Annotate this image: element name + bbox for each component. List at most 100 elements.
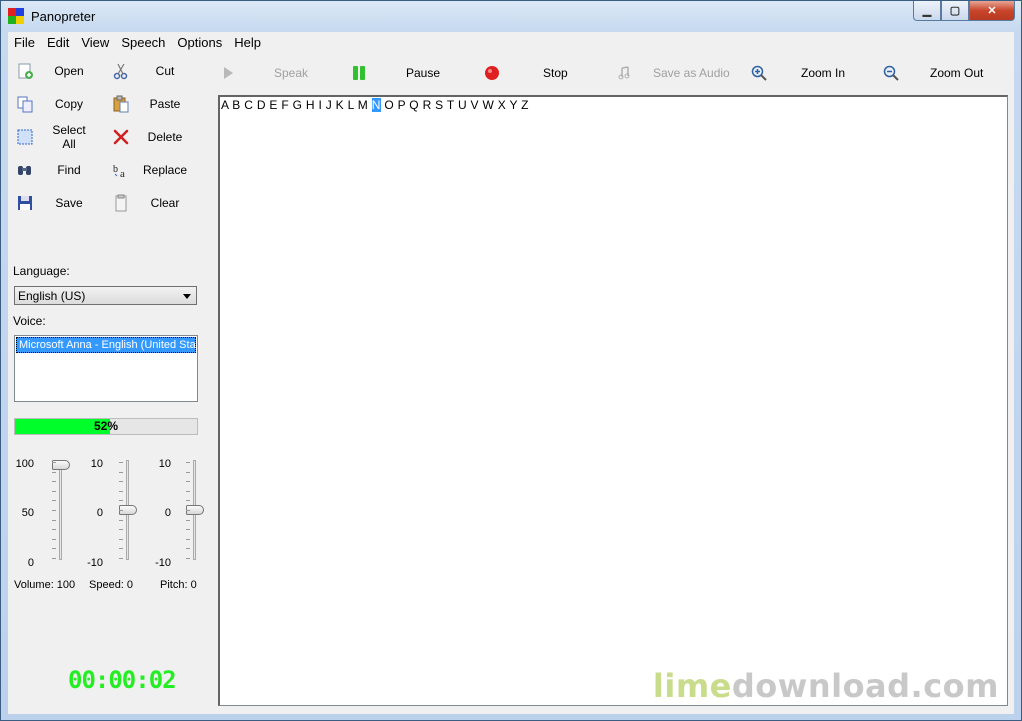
slider-tick-mark (119, 481, 123, 483)
slider-tick-mark (186, 500, 190, 502)
language-selected-value: English (US) (18, 289, 86, 303)
slider-tick-mark (52, 462, 56, 463)
volume-slider-track[interactable] (59, 460, 62, 560)
client-area: Open Cut Copy Paste Select All Delete Fi… (8, 52, 1014, 714)
slider-tick-mark (186, 490, 190, 492)
find-button[interactable]: Find (8, 157, 98, 183)
paste-button[interactable]: Paste (104, 91, 194, 117)
app-window: Panopreter ▁ ▢ ✕ File Edit View Speech O… (0, 0, 1022, 721)
volume-min-label: 0 (27, 557, 34, 569)
close-button[interactable]: ✕ (969, 1, 1015, 21)
speed-min-label: -10 (87, 557, 103, 569)
pitch-mid-label: 0 (164, 507, 171, 519)
pause-label: Pause (406, 66, 441, 80)
editor-content[interactable]: A B C D E F G H I J K L M N O P Q R S T … (221, 98, 529, 112)
svg-text:b: b (113, 164, 118, 175)
current-word-highlight: N (371, 98, 381, 112)
paste-label: Paste (149, 97, 181, 111)
menu-edit[interactable]: Edit (41, 35, 75, 50)
speed-caption: Speed: 0 (89, 579, 134, 591)
stop-icon (485, 66, 499, 80)
title-bar[interactable]: Panopreter ▁ ▢ ✕ (1, 1, 1021, 31)
voice-label: Voice: (13, 314, 46, 328)
maximize-icon: ▢ (949, 5, 961, 17)
open-file-icon (18, 63, 33, 79)
slider-tick-mark (186, 548, 190, 550)
language-label: Language: (13, 264, 70, 278)
slider-tick-mark (119, 471, 123, 473)
watermark-part1: lime (652, 667, 732, 705)
menu-speech[interactable]: Speech (115, 35, 171, 50)
slider-tick-mark (52, 500, 56, 502)
delete-button[interactable]: Delete (104, 124, 194, 150)
select-all-button[interactable]: Select All (8, 123, 98, 151)
language-select[interactable]: English (US) (14, 286, 197, 305)
clear-label: Clear (150, 196, 180, 210)
app-logo-icon (8, 8, 24, 24)
delete-label: Delete (147, 130, 183, 144)
text-editor[interactable]: A B C D E F G H I J K L M N O P Q R S T … (218, 95, 1008, 706)
dropdown-arrow-icon (183, 294, 191, 299)
zoom-out-icon (883, 65, 899, 81)
save-as-audio-button[interactable]: Save as Audio (617, 62, 737, 84)
menu-file[interactable]: File (8, 35, 41, 50)
pitch-max-label: 10 (158, 458, 171, 470)
floppy-disk-icon (18, 196, 32, 210)
slider-tick-mark (52, 471, 56, 473)
save-as-audio-label: Save as Audio (653, 66, 730, 80)
find-label: Find (57, 163, 81, 177)
volume-mid-label: 50 (21, 507, 34, 519)
slider-tick-mark (119, 519, 123, 521)
open-button[interactable]: Open (8, 58, 98, 84)
speed-max-label: 10 (90, 458, 103, 470)
music-note-icon (618, 66, 630, 80)
clipboard-empty-icon (115, 194, 127, 212)
clear-button[interactable]: Clear (104, 190, 194, 216)
select-all-label: Select All (52, 123, 86, 151)
slider-tick-mark (186, 558, 190, 559)
binoculars-icon (18, 166, 31, 175)
menu-help[interactable]: Help (228, 35, 267, 50)
zoom-in-icon (751, 65, 767, 81)
close-icon: ✕ (987, 5, 997, 17)
menu-options[interactable]: Options (171, 35, 228, 50)
replace-button[interactable]: ba Replace (104, 157, 194, 183)
scissors-icon (113, 63, 128, 80)
cut-button[interactable]: Cut (104, 58, 194, 84)
zoom-in-button[interactable]: Zoom In (751, 62, 861, 84)
delete-x-icon (113, 129, 129, 145)
pitch-caption: Pitch: 0 (160, 579, 197, 591)
zoom-out-button[interactable]: Zoom Out (883, 62, 993, 84)
stop-button[interactable]: Stop (484, 62, 584, 84)
watermark-logo: limedownload.com (653, 667, 999, 705)
slider-tick-mark (186, 529, 190, 531)
slider-tick-mark (186, 462, 190, 463)
voice-list-item[interactable]: Microsoft Anna - English (United States) (16, 337, 197, 353)
slider-tick-mark (186, 471, 190, 473)
minimize-button[interactable]: ▁ (913, 1, 941, 21)
pause-button[interactable]: Pause (351, 62, 451, 84)
speak-label: Speak (274, 66, 309, 80)
copy-button[interactable]: Copy (8, 91, 98, 117)
slider-tick-mark (186, 481, 190, 483)
replace-icon: ba (113, 164, 125, 179)
copy-icon (17, 96, 33, 113)
play-icon (224, 67, 233, 79)
slider-tick-mark (119, 510, 123, 511)
watermark-part2: download.com (731, 667, 999, 705)
slider-tick-mark (52, 510, 56, 511)
slider-tick-mark (186, 538, 190, 540)
slider-tick-mark (52, 558, 56, 559)
select-all-icon (17, 129, 33, 145)
speed-mid-label: 0 (96, 507, 103, 519)
speak-button[interactable]: Speak (220, 62, 310, 84)
zoom-in-label: Zoom In (801, 66, 846, 80)
voice-listbox[interactable]: Microsoft Anna - English (United States) (14, 335, 198, 402)
editor-text-before: A B C D E F G H I J K L M (221, 98, 372, 112)
speech-progress-bar: 52% (14, 418, 198, 435)
menu-view[interactable]: View (75, 35, 115, 50)
slider-tick-mark (52, 481, 56, 483)
open-label: Open (54, 64, 84, 78)
save-button[interactable]: Save (8, 190, 98, 216)
maximize-button[interactable]: ▢ (941, 1, 969, 21)
